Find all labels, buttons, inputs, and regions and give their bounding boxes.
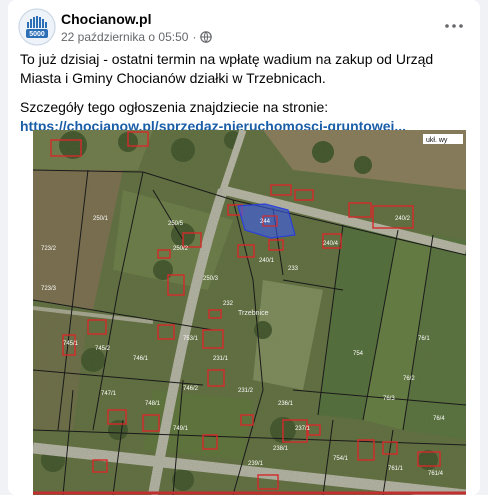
post-timestamp[interactable]: 22 października o 05:50 bbox=[61, 30, 188, 44]
post-paragraph-2-prefix: Szczegóły tego ogłoszenia znajdziecie na… bbox=[20, 99, 329, 115]
map-label-7603: 76/3 bbox=[383, 396, 395, 402]
map-label-7541: 754/1 bbox=[333, 456, 349, 462]
author-name[interactable]: Chocianow.pl bbox=[61, 11, 151, 27]
map-label-7233: 723/3 bbox=[41, 286, 57, 292]
map-label-7602: 76/2 bbox=[403, 376, 415, 382]
more-options-button[interactable] bbox=[438, 10, 470, 42]
map-label-233: 233 bbox=[288, 266, 299, 272]
page-avatar[interactable]: 5000 bbox=[18, 8, 56, 46]
map-label-7531: 753/1 bbox=[183, 336, 199, 342]
map-label-7481: 748/1 bbox=[145, 401, 161, 407]
globe-icon bbox=[200, 31, 213, 43]
map-label-2311: 231/1 bbox=[213, 356, 229, 362]
map-label-7604: 76/4 bbox=[433, 416, 445, 422]
post-card: 5000 Chocianow.pl 22 października o 05:5… bbox=[8, 0, 480, 495]
post-image-map[interactable]: ukł. wy 250/1 250/2 250/3 250/5 240/2 24… bbox=[33, 130, 466, 495]
map-label-7614: 761/4 bbox=[428, 471, 444, 477]
map-label-7452: 745/2 bbox=[95, 346, 111, 352]
more-horizontal-icon bbox=[445, 24, 463, 28]
map-label-7462: 746/2 bbox=[183, 386, 199, 392]
map-label-7471: 747/1 bbox=[101, 391, 117, 397]
map-label-7601: 76/1 bbox=[418, 336, 430, 342]
post-paragraph-1: To już dzisiaj - ostatni termin na wpłat… bbox=[20, 51, 434, 86]
post-meta: 22 października o 05:50 · bbox=[61, 30, 213, 44]
meta-separator: · bbox=[192, 30, 197, 44]
map-label-754: 754 bbox=[353, 351, 364, 357]
map-label-7611: 761/1 bbox=[388, 466, 404, 472]
avatar-badge-text: 5000 bbox=[29, 31, 45, 38]
map-label-2402: 240/2 bbox=[395, 216, 411, 222]
map-label-ukl: ukł. wy bbox=[426, 137, 448, 144]
map-label-2503: 250/3 bbox=[203, 276, 219, 282]
map-label-2361: 236/1 bbox=[278, 401, 294, 407]
avatar-logo-icon: 5000 bbox=[18, 8, 56, 46]
map-label-2501: 250/1 bbox=[93, 216, 109, 222]
map-label-2502: 250/2 bbox=[173, 246, 189, 252]
map-highlight-label: 244 bbox=[260, 219, 271, 225]
map-label-7451: 745/1 bbox=[63, 341, 79, 347]
map-label-2401: 240/1 bbox=[259, 258, 275, 264]
map-label-2404: 240/4 bbox=[323, 241, 339, 247]
map-label-7232: 723/2 bbox=[41, 246, 57, 252]
parcel-map: ukł. wy 250/1 250/2 250/3 250/5 240/2 24… bbox=[33, 130, 466, 495]
post-header: 5000 Chocianow.pl 22 października o 05:5… bbox=[8, 0, 480, 46]
map-label-7461: 746/1 bbox=[133, 356, 149, 362]
map-label-2391: 239/1 bbox=[248, 461, 264, 467]
map-label-2381: 238/1 bbox=[273, 446, 289, 452]
map-label-7491: 749/1 bbox=[173, 426, 189, 432]
map-road-label: Trzebnice bbox=[238, 310, 269, 317]
map-label-2312: 231/2 bbox=[238, 388, 254, 394]
map-label-2371: 237/1 bbox=[295, 426, 311, 432]
map-label-232: 232 bbox=[223, 301, 234, 307]
map-label-2505: 250/5 bbox=[168, 221, 184, 227]
